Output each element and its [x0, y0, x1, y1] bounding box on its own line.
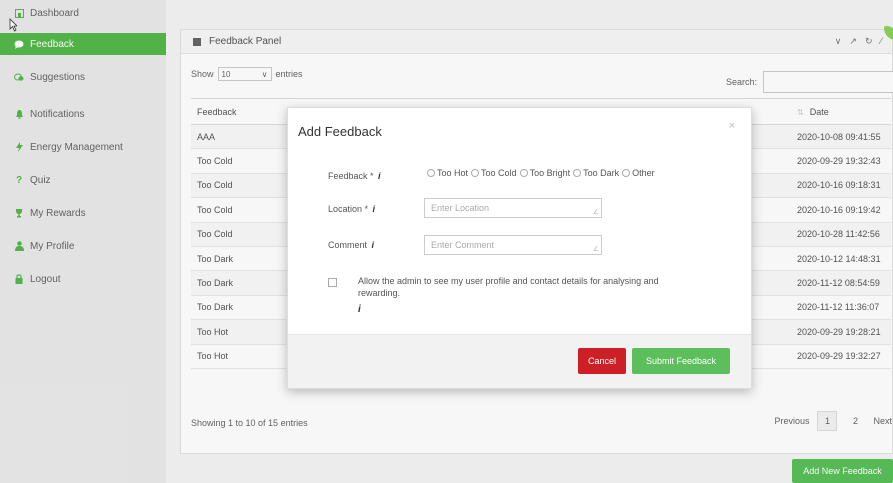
modal-footer: Cancel Submit Feedback — [288, 334, 751, 388]
close-icon[interactable]: × — [729, 120, 735, 132]
radio-too-cold[interactable] — [471, 169, 480, 177]
info-icon: i — [371, 240, 375, 250]
radio-label: Too Cold — [481, 168, 517, 178]
consent-text: Allow the admin to see my user profile a… — [358, 276, 659, 298]
modal-title: Add Feedback — [298, 124, 382, 139]
comment-textarea[interactable]: Enter Comment ∠ — [424, 235, 602, 255]
feedback-label: Feedback * i — [328, 171, 381, 181]
radio-label: Too Bright — [529, 168, 571, 178]
comment-label-text: Comment — [328, 240, 370, 250]
feedback-label-text: Feedback * — [328, 171, 377, 181]
resize-grip-icon[interactable]: ∠ — [593, 208, 599, 216]
comment-placeholder: Enter Comment — [431, 240, 495, 250]
comment-label: Comment i — [328, 240, 374, 250]
info-icon: i — [358, 304, 361, 315]
submit-feedback-button[interactable]: Submit Feedback — [632, 348, 730, 374]
location-placeholder: Enter Location — [431, 203, 490, 213]
resize-grip-icon[interactable]: ∠ — [593, 245, 599, 253]
radio-label: Other — [632, 168, 655, 178]
radio-too-bright[interactable] — [519, 169, 528, 177]
location-label-text: Location * — [328, 204, 371, 214]
radio-label: Too Hot — [437, 168, 469, 178]
info-icon: i — [378, 171, 381, 181]
radio-other[interactable] — [622, 169, 631, 177]
info-icon: i — [372, 204, 376, 214]
radio-too-hot[interactable] — [427, 169, 435, 177]
location-input[interactable]: Enter Location ∠ — [424, 198, 602, 218]
feedback-options: Too Hot Too Cold Too Bright Too Dark Oth… — [424, 168, 655, 178]
radio-too-dark[interactable] — [573, 169, 582, 177]
cancel-button[interactable]: Cancel — [578, 348, 626, 374]
radio-label: Too Dark — [583, 168, 620, 178]
consent-checkbox[interactable] — [328, 278, 337, 287]
add-feedback-modal: Add Feedback × Feedback * i Too Hot Too … — [287, 107, 752, 389]
location-label: Location * i — [328, 204, 375, 214]
